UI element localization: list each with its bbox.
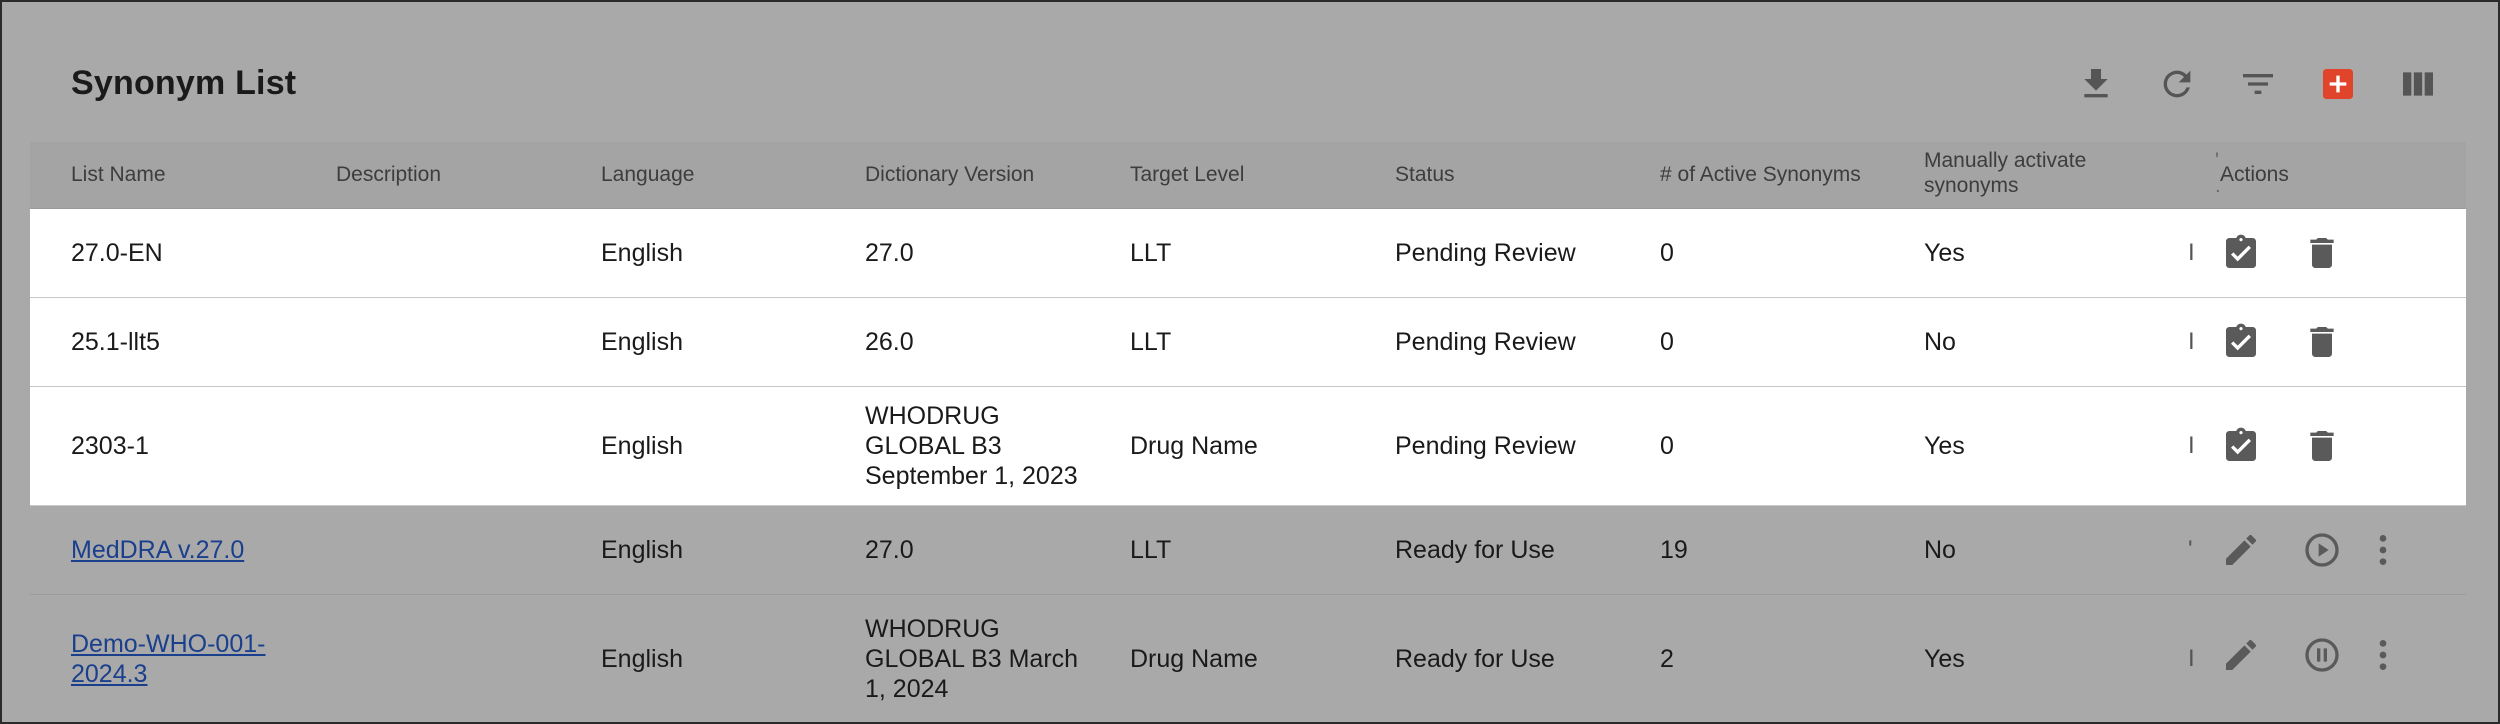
filter-button[interactable]	[2236, 62, 2280, 106]
delete-button[interactable]	[2300, 231, 2344, 275]
cell-list-name[interactable]: Demo-WHO-001-2024.3	[71, 595, 291, 722]
cell-clipped-column: I	[2188, 328, 2195, 355]
review-button[interactable]	[2219, 424, 2263, 468]
cell-language: English	[601, 328, 683, 356]
cell-dictionary-version: WHODRUG GLOBAL B3 September 1, 2023	[865, 402, 1078, 490]
cell-target-level: LLT	[1130, 328, 1172, 356]
cell-target-level: LLT	[1130, 536, 1172, 564]
delete-button[interactable]	[2300, 320, 2344, 364]
column-header-language[interactable]: Language	[601, 162, 694, 187]
pencil-icon	[2226, 639, 2257, 670]
trash-icon	[2310, 238, 2334, 268]
synonym-list-panel: Synonym List List Name Description Langu…	[0, 0, 2500, 724]
cell-list-name: 27.0-EN	[71, 239, 163, 267]
edit-button[interactable]	[2219, 528, 2263, 572]
cell-active-synonyms: 19	[1660, 536, 1688, 564]
list-name-link[interactable]: MedDRA v.27.0	[71, 535, 244, 565]
pause-circle-icon	[2305, 638, 2339, 672]
cell-clipped-column: '	[2188, 536, 2193, 563]
column-header-actions: Actions	[2216, 162, 2289, 187]
cell-language: English	[601, 432, 683, 460]
trash-icon	[2310, 431, 2334, 461]
cell-active-synonyms: 0	[1660, 432, 1674, 460]
cell-status: Pending Review	[1395, 328, 1576, 356]
cell-manually-activate: No	[1924, 536, 1956, 564]
review-button[interactable]	[2219, 231, 2263, 275]
table-row[interactable]: 25.1-llt5 English 26.0 LLT Pending Revie…	[30, 298, 2466, 387]
cell-active-synonyms: 0	[1660, 239, 1674, 267]
more-vertical-icon	[2379, 640, 2387, 670]
cell-language: English	[601, 239, 683, 267]
play-circle-icon	[2305, 533, 2339, 567]
table-row[interactable]: Demo-WHO-001-2024.3 English WHODRUG GLOB…	[30, 595, 2466, 722]
more-vertical-icon	[2379, 535, 2387, 565]
cell-status: Ready for Use	[1395, 536, 1555, 564]
cell-target-level: LLT	[1130, 239, 1172, 267]
columns-icon	[2403, 72, 2433, 96]
cell-clipped-column: I	[2188, 644, 2195, 672]
table-header: List Name Description Language Dictionar…	[30, 142, 2466, 209]
cell-clipped-column: I	[2188, 432, 2195, 459]
column-header-description[interactable]: Description	[336, 162, 441, 187]
cell-status: Ready for Use	[1395, 644, 1555, 673]
toolbar: Synonym List	[2, 2, 2498, 142]
page-title: Synonym List	[71, 64, 297, 102]
cell-language: English	[601, 536, 683, 564]
pause-button[interactable]	[2300, 633, 2344, 677]
cell-target-level: Drug Name	[1130, 432, 1258, 460]
clipboard-check-icon	[2226, 234, 2256, 268]
column-header-dictionary-version[interactable]: Dictionary Version	[865, 162, 1034, 187]
more-actions-button[interactable]	[2361, 633, 2405, 677]
cell-manually-activate: Yes	[1924, 644, 1965, 673]
delete-button[interactable]	[2300, 424, 2344, 468]
review-button[interactable]	[2219, 320, 2263, 364]
clipboard-check-icon	[2226, 427, 2256, 461]
trash-icon	[2310, 327, 2334, 357]
table-row[interactable]: 27.0-EN English 27.0 LLT Pending Review …	[30, 209, 2466, 298]
columns-button[interactable]	[2396, 62, 2440, 106]
cell-active-synonyms: 0	[1660, 328, 1674, 356]
cell-manually-activate: Yes	[1924, 239, 1965, 267]
cell-status: Pending Review	[1395, 432, 1576, 460]
cell-list-name: 2303-1	[71, 432, 149, 460]
column-header-status[interactable]: Status	[1395, 162, 1455, 187]
cell-language: English	[601, 644, 683, 673]
filter-icon	[2243, 74, 2273, 94]
cell-dictionary-version: 26.0	[865, 328, 914, 356]
cell-manually-activate: Yes	[1924, 432, 1965, 460]
cell-dictionary-version: 27.0	[865, 239, 914, 267]
table-row[interactable]: 2303-1 English WHODRUG GLOBAL B3 Septemb…	[30, 387, 2466, 506]
add-icon	[2323, 69, 2353, 99]
cell-clipped-column: I	[2188, 239, 2195, 266]
clipboard-check-icon	[2226, 323, 2256, 357]
cell-dictionary-version: 27.0	[865, 536, 914, 564]
download-icon	[2084, 69, 2108, 98]
column-header-list-name[interactable]: List Name	[71, 162, 166, 187]
activate-button[interactable]	[2300, 528, 2344, 572]
column-header-target-level[interactable]: Target Level	[1130, 162, 1244, 187]
cell-list-name[interactable]: MedDRA v.27.0	[71, 506, 244, 594]
refresh-button[interactable]	[2155, 62, 2199, 106]
column-header-manually-activate[interactable]: Manually activate synonyms	[1924, 148, 2124, 198]
edit-button[interactable]	[2219, 633, 2263, 677]
refresh-icon	[2163, 70, 2191, 98]
cell-active-synonyms: 2	[1660, 644, 1674, 673]
download-button[interactable]	[2074, 62, 2118, 106]
column-header-active-synonyms[interactable]: # of Active Synonyms	[1660, 162, 1861, 187]
table-row[interactable]: MedDRA v.27.0 English 27.0 LLT Ready for…	[30, 506, 2466, 595]
more-actions-button[interactable]	[2361, 528, 2405, 572]
cell-dictionary-version: WHODRUG GLOBAL B3 March 1, 2024	[865, 614, 1079, 703]
cell-target-level: Drug Name	[1130, 644, 1258, 673]
cell-manually-activate: No	[1924, 328, 1956, 356]
cell-status: Pending Review	[1395, 239, 1576, 267]
add-button[interactable]	[2316, 62, 2360, 106]
pencil-icon	[2226, 534, 2257, 565]
list-name-link[interactable]: Demo-WHO-001-2024.3	[71, 629, 291, 689]
cell-list-name: 25.1-llt5	[71, 328, 160, 356]
